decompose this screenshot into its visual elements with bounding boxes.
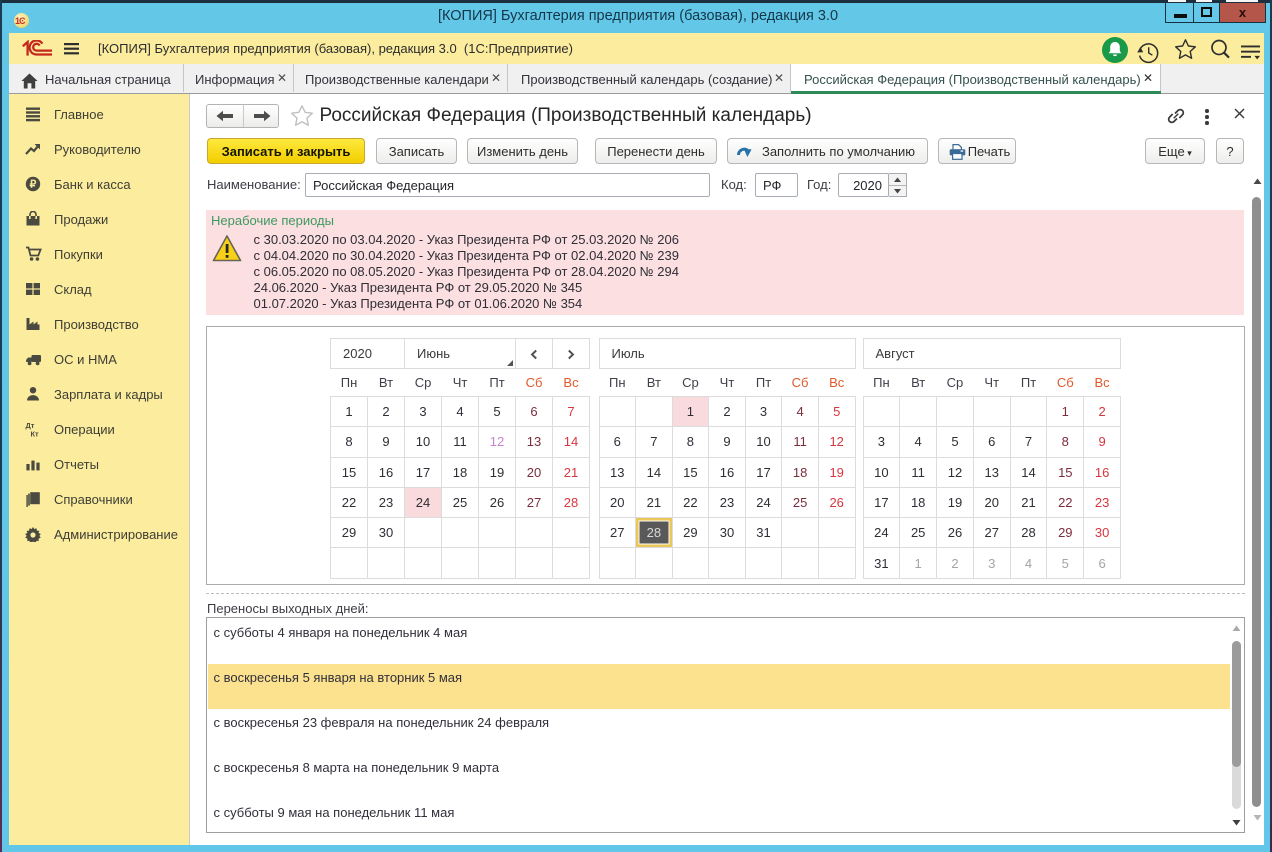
svg-text:Кт: Кт <box>31 429 40 438</box>
svg-text:₽: ₽ <box>30 179 37 191</box>
